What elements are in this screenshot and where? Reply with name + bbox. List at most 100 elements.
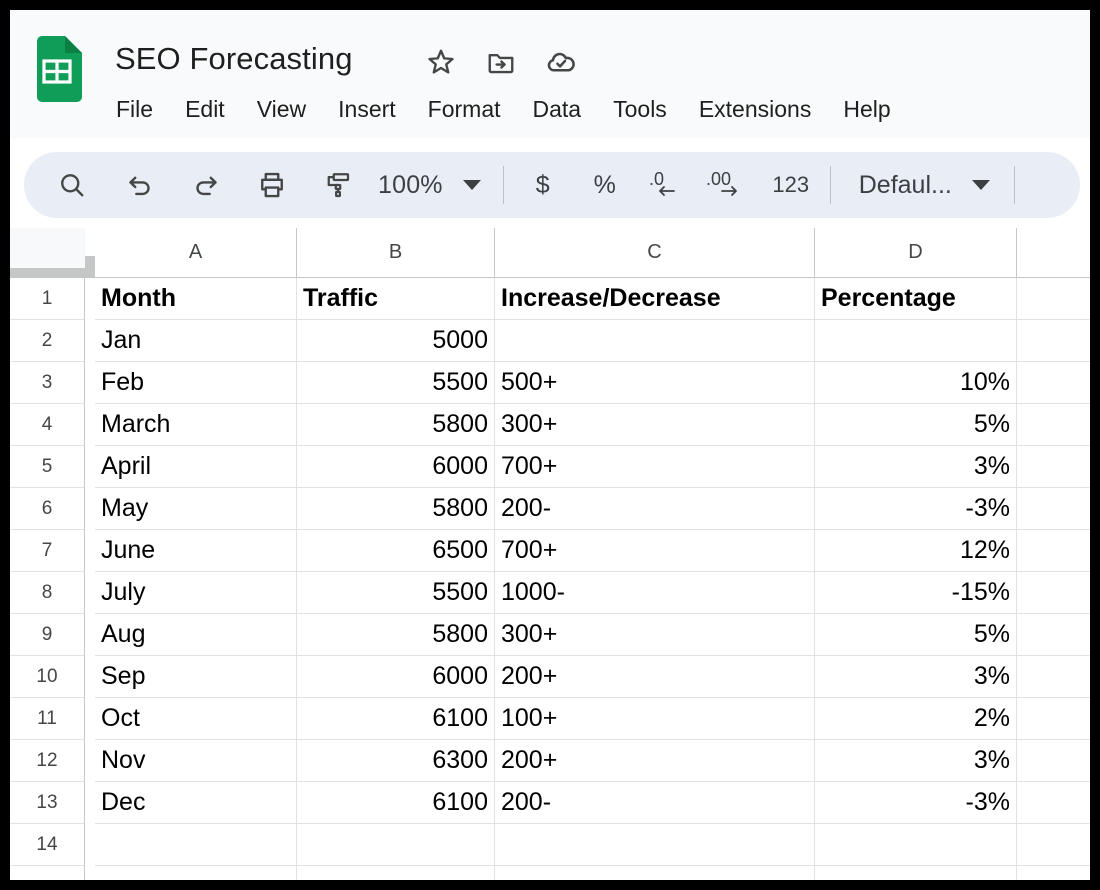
cell-d14[interactable] <box>815 824 1017 866</box>
cell-b1[interactable]: Traffic <box>297 278 495 320</box>
cell-d8[interactable]: -15% <box>815 572 1017 614</box>
cell-a14[interactable] <box>95 824 297 866</box>
cell-d2[interactable] <box>815 320 1017 362</box>
move-to-folder-icon[interactable] <box>485 46 517 78</box>
cell-partial[interactable] <box>1017 866 1090 880</box>
cell-a4[interactable]: March <box>95 404 297 446</box>
cell-b13[interactable]: 6100 <box>297 782 495 824</box>
cell-c3[interactable]: 500+ <box>495 362 815 404</box>
cell-b11[interactable]: 6100 <box>297 698 495 740</box>
cell-e9[interactable] <box>1017 614 1090 656</box>
row-header-12[interactable]: 12 <box>10 740 85 782</box>
menu-item-view[interactable]: View <box>241 93 322 125</box>
cell-a2[interactable]: Jan <box>95 320 297 362</box>
row-header-9[interactable]: 9 <box>10 614 85 656</box>
row-header-4[interactable]: 4 <box>10 404 85 446</box>
cell-d4[interactable]: 5% <box>815 404 1017 446</box>
cell-e4[interactable] <box>1017 404 1090 446</box>
percent-format-button[interactable]: % <box>582 159 628 211</box>
cell-d10[interactable]: 3% <box>815 656 1017 698</box>
cell-c9[interactable]: 300+ <box>495 614 815 656</box>
cell-e12[interactable] <box>1017 740 1090 782</box>
cell-e6[interactable] <box>1017 488 1090 530</box>
row-header-5[interactable]: 5 <box>10 446 85 488</box>
column-header-c[interactable]: C <box>495 228 815 278</box>
cell-c13[interactable]: 200- <box>495 782 815 824</box>
column-header-b[interactable]: B <box>297 228 495 278</box>
redo-icon[interactable] <box>180 159 232 211</box>
menu-item-format[interactable]: Format <box>412 93 517 125</box>
cell-a5[interactable]: April <box>95 446 297 488</box>
cell-d11[interactable]: 2% <box>815 698 1017 740</box>
cell-partial[interactable] <box>95 866 297 880</box>
cell-c2[interactable] <box>495 320 815 362</box>
number-format-button[interactable]: 123 <box>768 159 814 211</box>
cell-a7[interactable]: June <box>95 530 297 572</box>
currency-format-button[interactable]: $ <box>520 159 566 211</box>
cell-partial[interactable] <box>495 866 815 880</box>
cell-e14[interactable] <box>1017 824 1090 866</box>
select-all-corner[interactable] <box>10 228 85 268</box>
cell-e10[interactable] <box>1017 656 1090 698</box>
cloud-saved-icon[interactable] <box>545 46 577 78</box>
cell-d7[interactable]: 12% <box>815 530 1017 572</box>
row-header-13[interactable]: 13 <box>10 782 85 824</box>
cell-c11[interactable]: 100+ <box>495 698 815 740</box>
star-icon[interactable] <box>425 46 457 78</box>
cell-b10[interactable]: 6000 <box>297 656 495 698</box>
row-header-8[interactable]: 8 <box>10 572 85 614</box>
cell-c4[interactable]: 300+ <box>495 404 815 446</box>
column-header-a[interactable]: A <box>95 228 297 278</box>
row-header-11[interactable]: 11 <box>10 698 85 740</box>
cell-d12[interactable]: 3% <box>815 740 1017 782</box>
cell-b2[interactable]: 5000 <box>297 320 495 362</box>
cell-c7[interactable]: 700+ <box>495 530 815 572</box>
cell-c5[interactable]: 700+ <box>495 446 815 488</box>
cell-partial[interactable] <box>297 866 495 880</box>
cell-e1[interactable] <box>1017 278 1090 320</box>
row-header-14[interactable]: 14 <box>10 824 85 866</box>
increase-decimal-button[interactable]: .00 <box>700 159 756 211</box>
cell-d5[interactable]: 3% <box>815 446 1017 488</box>
cell-a13[interactable]: Dec <box>95 782 297 824</box>
cell-b3[interactable]: 5500 <box>297 362 495 404</box>
cell-c10[interactable]: 200+ <box>495 656 815 698</box>
decrease-decimal-button[interactable]: .0 <box>638 159 694 211</box>
cell-b12[interactable]: 6300 <box>297 740 495 782</box>
menu-item-file[interactable]: File <box>116 93 169 125</box>
column-header-d[interactable]: D <box>815 228 1017 278</box>
cell-d6[interactable]: -3% <box>815 488 1017 530</box>
sheets-logo-icon[interactable] <box>32 36 82 102</box>
cell-a12[interactable]: Nov <box>95 740 297 782</box>
column-header-e[interactable] <box>1017 228 1090 278</box>
cell-c6[interactable]: 200- <box>495 488 815 530</box>
cell-d13[interactable]: -3% <box>815 782 1017 824</box>
menu-item-extensions[interactable]: Extensions <box>683 93 828 125</box>
cell-b6[interactable]: 5800 <box>297 488 495 530</box>
cell-a11[interactable]: Oct <box>95 698 297 740</box>
print-icon[interactable] <box>246 159 298 211</box>
cell-d3[interactable]: 10% <box>815 362 1017 404</box>
row-header-1[interactable]: 1 <box>10 278 85 320</box>
cell-d1[interactable]: Percentage <box>815 278 1017 320</box>
cell-b9[interactable]: 5800 <box>297 614 495 656</box>
row-header-2[interactable]: 2 <box>10 320 85 362</box>
search-icon[interactable] <box>46 159 98 211</box>
cell-e5[interactable] <box>1017 446 1090 488</box>
cell-a1[interactable]: Month <box>95 278 297 320</box>
cell-a10[interactable]: Sep <box>95 656 297 698</box>
row-header-partial[interactable] <box>10 866 85 880</box>
cell-e13[interactable] <box>1017 782 1090 824</box>
cell-b4[interactable]: 5800 <box>297 404 495 446</box>
paint-format-icon[interactable] <box>312 159 364 211</box>
row-header-3[interactable]: 3 <box>10 362 85 404</box>
menu-item-edit[interactable]: Edit <box>169 93 241 125</box>
cell-a8[interactable]: July <box>95 572 297 614</box>
cell-c14[interactable] <box>495 824 815 866</box>
cell-a6[interactable]: May <box>95 488 297 530</box>
zoom-dropdown[interactable]: 100% <box>364 159 487 211</box>
cell-b7[interactable]: 6500 <box>297 530 495 572</box>
document-title[interactable]: SEO Forecasting <box>115 38 353 80</box>
cell-e8[interactable] <box>1017 572 1090 614</box>
cell-b5[interactable]: 6000 <box>297 446 495 488</box>
